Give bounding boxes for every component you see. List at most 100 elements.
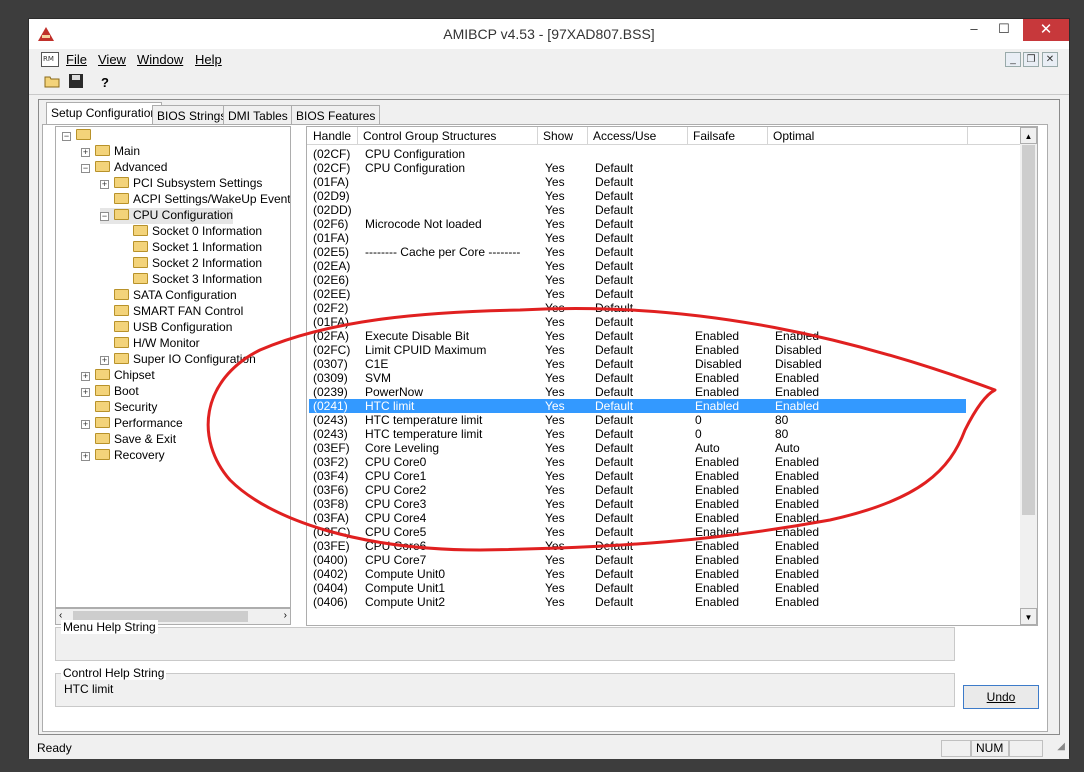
table-row[interactable]: (02F2) Yes Default (309, 301, 966, 315)
expand-icon[interactable]: + (81, 452, 90, 461)
menu-window[interactable]: Window (137, 52, 183, 67)
table-row[interactable]: (03FC) CPU Core5 Yes Default Enabled Enabled (309, 525, 966, 539)
table-row[interactable]: (02E5) -------- Cache per Core -------- Ye… (309, 245, 966, 259)
table-row[interactable]: (01FA) Yes Default (309, 231, 966, 245)
table-row[interactable]: (0241) HTC limit Yes Default Enabled Enabled (309, 399, 966, 413)
tree-item[interactable]: SMART FAN Control (100, 304, 243, 320)
tab-dmi-tables[interactable]: DMI Tables (223, 105, 293, 125)
resize-grip-icon[interactable]: ◢ (1057, 741, 1065, 752)
table-row[interactable]: (01FA) Yes Default (309, 315, 966, 329)
table-row[interactable]: (02DD) Yes Default (309, 203, 966, 217)
grid-vertical-scrollbar[interactable]: ▲ ▼ (1020, 127, 1037, 625)
scroll-thumb[interactable] (1022, 145, 1035, 515)
document-icon: RM (41, 52, 59, 67)
expand-icon[interactable]: + (100, 180, 109, 189)
tree-item[interactable]: USB Configuration (100, 320, 232, 336)
save-button[interactable] (66, 73, 86, 93)
expand-icon[interactable]: + (81, 420, 90, 429)
open-folder-icon (44, 76, 60, 88)
table-row[interactable]: (0239) PowerNow Yes Default Enabled Enabled (309, 385, 966, 399)
tree-item[interactable]: + PCI Subsystem Settings (100, 176, 262, 192)
table-row[interactable]: (0406) Compute Unit2 Yes Default Enabled Enab… (309, 595, 966, 609)
table-cell: (03FE) (313, 539, 350, 553)
mdi-restore-button[interactable]: ❐ (1023, 52, 1039, 67)
column-header-handle[interactable]: Handle (313, 129, 351, 143)
table-row[interactable]: (02EA) Yes Default (309, 259, 966, 273)
table-row[interactable]: (02D9) Yes Default (309, 189, 966, 203)
menu-help[interactable]: Help (195, 52, 222, 67)
table-row[interactable]: (0400) CPU Core7 Yes Default Enabled Enabled (309, 553, 966, 567)
expand-icon[interactable]: + (100, 356, 109, 365)
table-row[interactable]: (02CF) CPU Configuration (309, 147, 966, 161)
table-row[interactable]: (03FA) CPU Core4 Yes Default Enabled Enabled (309, 511, 966, 525)
tree-item[interactable]: + Chipset (81, 368, 155, 384)
mdi-minimize-button[interactable]: _ (1005, 52, 1021, 67)
undo-button[interactable]: Undo (963, 685, 1039, 709)
tree-item[interactable]: Security (81, 400, 157, 416)
column-header-access[interactable]: Access/Use (593, 129, 656, 143)
column-header-structures[interactable]: Control Group Structures (363, 129, 496, 143)
control-grid[interactable]: Handle Control Group Structures Show Acc… (306, 126, 1038, 626)
close-button[interactable]: ✕ (1023, 19, 1069, 41)
tree-item[interactable]: Socket 0 Information (119, 224, 262, 240)
collapse-icon[interactable]: − (81, 164, 90, 173)
menu-view[interactable]: View (98, 52, 126, 67)
table-row[interactable]: (0243) HTC temperature limit Yes Default 0 80 (309, 427, 966, 441)
table-row[interactable]: (0404) Compute Unit1 Yes Default Enabled Enab… (309, 581, 966, 595)
tree-item[interactable]: + Recovery (81, 448, 165, 464)
table-row[interactable]: (02CF) CPU Configuration Yes Default (309, 161, 966, 175)
maximize-button[interactable]: ☐ (989, 19, 1019, 41)
mdi-close-button[interactable]: ✕ (1042, 52, 1058, 67)
setup-tree[interactable]: − + Main − Advanced + PCI Subsystem Settings AC… (55, 126, 291, 608)
table-row[interactable]: (03F6) CPU Core2 Yes Default Enabled Enabled (309, 483, 966, 497)
table-row[interactable]: (0307) C1E Yes Default Disabled Disabled (309, 357, 966, 371)
table-row[interactable]: (02F6) Microcode Not loaded Yes Default (309, 217, 966, 231)
minimize-button[interactable]: – (959, 19, 989, 41)
expand-icon[interactable]: + (81, 388, 90, 397)
tree-item[interactable]: Socket 2 Information (119, 256, 262, 272)
table-row[interactable]: (02FC) Limit CPUID Maximum Yes Default Enabl… (309, 343, 966, 357)
table-row[interactable]: (02EE) Yes Default (309, 287, 966, 301)
tree-item[interactable]: + Boot (81, 384, 139, 400)
scroll-up-icon[interactable]: ▲ (1020, 127, 1037, 144)
tree-item[interactable]: ACPI Settings/WakeUp Event co (100, 192, 290, 208)
table-row[interactable]: (03FE) CPU Core6 Yes Default Enabled Enabled (309, 539, 966, 553)
tree-item[interactable]: SATA Configuration (100, 288, 237, 304)
scroll-down-icon[interactable]: ▼ (1020, 608, 1037, 625)
tab-bios-features[interactable]: BIOS Features (291, 105, 381, 125)
tab-bios-strings[interactable]: BIOS Strings (152, 105, 232, 125)
expand-icon[interactable]: + (81, 148, 90, 157)
tree-item[interactable]: Socket 3 Information (119, 272, 262, 288)
tree-item[interactable]: − CPU Configuration (100, 208, 234, 224)
tree-item[interactable]: + Super IO Configuration (100, 352, 256, 368)
table-row[interactable]: (02E6) Yes Default (309, 273, 966, 287)
tree-item[interactable]: − (62, 128, 95, 144)
help-button[interactable]: ? (95, 73, 115, 93)
tab-setup-configuration[interactable]: Setup Configuration (46, 102, 163, 125)
tree-item[interactable]: + Performance (81, 416, 183, 432)
column-header-failsafe[interactable]: Failsafe (693, 129, 735, 143)
tree-item[interactable]: + Main (81, 144, 140, 160)
tree-item[interactable]: Socket 1 Information (119, 240, 262, 256)
collapse-icon[interactable]: − (62, 132, 71, 141)
tree-item[interactable]: − Advanced (81, 160, 167, 176)
table-row[interactable]: (0309) SVM Yes Default Enabled Enabled (309, 371, 966, 385)
expand-icon[interactable]: + (81, 372, 90, 381)
column-header-optimal[interactable]: Optimal (773, 129, 814, 143)
menu-file[interactable]: File (66, 52, 87, 67)
table-row[interactable]: (03F2) CPU Core0 Yes Default Enabled Enabled (309, 455, 966, 469)
tree-item[interactable]: Save & Exit (81, 432, 176, 448)
open-folder-button[interactable] (43, 73, 63, 93)
scroll-right-icon[interactable]: › (284, 610, 287, 621)
table-row[interactable]: (03F4) CPU Core1 Yes Default Enabled Enabled (309, 469, 966, 483)
table-cell: Yes (545, 343, 565, 357)
table-row[interactable]: (01FA) Yes Default (309, 175, 966, 189)
table-row[interactable]: (02FA) Execute Disable Bit Yes Default Enabl… (309, 329, 966, 343)
collapse-icon[interactable]: − (100, 212, 109, 221)
table-row[interactable]: (03F8) CPU Core3 Yes Default Enabled Enabled (309, 497, 966, 511)
column-header-show[interactable]: Show (543, 129, 573, 143)
table-row[interactable]: (0402) Compute Unit0 Yes Default Enabled Enab… (309, 567, 966, 581)
table-row[interactable]: (0243) HTC temperature limit Yes Default 0 80 (309, 413, 966, 427)
table-row[interactable]: (03EF) Core Leveling Yes Default Auto Auto (309, 441, 966, 455)
tree-item[interactable]: H/W Monitor (100, 336, 200, 352)
